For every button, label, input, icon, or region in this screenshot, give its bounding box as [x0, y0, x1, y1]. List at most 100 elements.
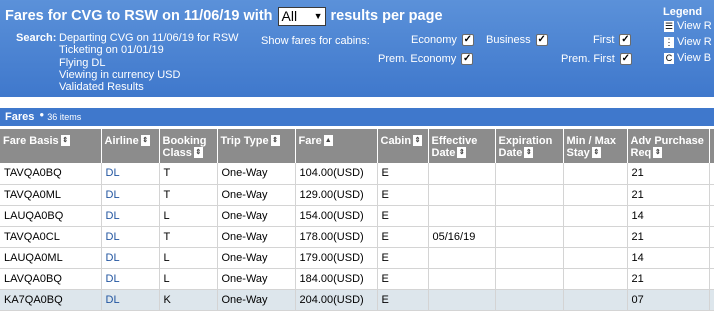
search-line: Departing CVG on 11/06/19 for RSW — [59, 32, 239, 44]
cabin-prem-first[interactable]: Prem. First ✓ — [561, 53, 632, 65]
cell-trip-type: One-Way — [217, 226, 296, 248]
cell-booking-class: T — [159, 163, 218, 185]
sort-icon[interactable]: ⇕ — [591, 146, 601, 158]
cabin-prem-first-checkbox[interactable]: ✓ — [619, 53, 632, 65]
cell-effective-date — [428, 184, 496, 206]
cabin-economy[interactable]: Economy ✓ — [411, 34, 474, 46]
sort-icon[interactable]: ⇕ — [457, 146, 467, 158]
cell-cabin: E — [377, 247, 429, 269]
table-row[interactable]: LAUQA0ML DL L One-Way 179.00(USD) E 14 — [0, 247, 714, 269]
cell-cabin: E — [377, 289, 429, 311]
cell-airline[interactable]: DL — [101, 184, 160, 206]
cell-airline[interactable]: DL — [101, 226, 160, 248]
search-line: Flying DL — [59, 56, 106, 69]
cell-adv-purchase-req: 21 — [627, 163, 710, 185]
cell-adv-purchase-req: 21 — [627, 184, 710, 206]
column-header-cabin[interactable]: Cabin ⇕ — [377, 129, 429, 163]
legend-item-view-b: C View B — [664, 52, 711, 64]
sort-icon[interactable]: ⇕ — [270, 134, 280, 146]
column-header-expiration-date[interactable]: Expiration Date ⇕ — [495, 129, 564, 163]
cell-trip-type: One-Way — [217, 184, 296, 206]
sort-ascending-icon[interactable]: ▲ — [323, 134, 333, 146]
cabins-label: Show fares for cabins: — [261, 35, 370, 47]
sort-icon[interactable]: ⇕ — [413, 134, 423, 146]
column-header-trip-type[interactable]: Trip Type ⇕ — [217, 129, 296, 163]
cell-cabin: E — [377, 226, 429, 248]
cell-airline[interactable]: DL — [101, 289, 160, 311]
table-row[interactable]: LAUQA0BQ DL L One-Way 154.00(USD) E 14 — [0, 205, 714, 227]
cell-cabin: E — [377, 163, 429, 185]
search-line: Ticketing on 01/01/19 — [59, 44, 164, 57]
column-header-adv-purchase-req[interactable]: Adv Purchase Req ⇕ — [627, 129, 710, 163]
cabin-prem-economy-checkbox[interactable]: ✓ — [461, 53, 474, 65]
cell-effective-date: 05/16/19 — [428, 226, 496, 248]
cell-min-max-stay — [563, 268, 628, 290]
table-row[interactable]: LAVQA0BQ DL L One-Way 184.00(USD) E 21 — [0, 268, 714, 290]
title-suffix: results per page — [330, 8, 443, 24]
cabin-prem-economy[interactable]: Prem. Economy ✓ — [378, 53, 474, 65]
column-header-extra — [709, 129, 714, 163]
column-header-effective-date[interactable]: Effective Date ⇕ — [428, 129, 496, 163]
cell-fare: 179.00(USD) — [295, 247, 378, 269]
cell-extra — [709, 289, 714, 311]
column-header-label: Fare — [298, 135, 322, 147]
search-header: Fares for CVG to RSW on 11/06/19 with Al… — [0, 0, 714, 97]
cell-extra — [709, 268, 714, 290]
cell-expiration-date — [495, 226, 564, 248]
search-label: Search: — [16, 32, 57, 44]
cell-extra — [709, 205, 714, 227]
column-header-label: Date — [431, 147, 456, 159]
cell-extra — [709, 247, 714, 269]
search-line: Viewing in currency USD — [59, 68, 181, 81]
cabin-business[interactable]: Business ✓ — [486, 34, 548, 46]
cell-trip-type: One-Way — [217, 268, 296, 290]
cell-trip-type: One-Way — [217, 163, 296, 185]
results-per-page-select[interactable]: All ▼ — [277, 6, 326, 26]
sort-icon[interactable]: ⇕ — [193, 146, 203, 158]
cell-fare-basis: KA7QA0BQ — [0, 289, 102, 311]
sort-icon[interactable]: ⇕ — [524, 146, 534, 158]
chevron-down-icon: ▼ — [313, 11, 323, 21]
column-header-booking-class[interactable]: Booking Class ⇕ — [159, 129, 218, 163]
cabin-economy-checkbox[interactable]: ✓ — [461, 34, 474, 46]
table-row[interactable]: KA7QA0BQ DL K One-Way 204.00(USD) E 07 — [0, 289, 714, 311]
sort-icon[interactable]: ⇕ — [653, 146, 663, 158]
cell-airline[interactable]: DL — [101, 163, 160, 185]
cabin-label: Economy — [411, 34, 457, 46]
column-header-label: Class — [162, 147, 192, 159]
column-header-fare-basis[interactable]: Fare Basis ⇕ — [0, 129, 102, 163]
cell-airline[interactable]: DL — [101, 205, 160, 227]
column-header-label: Trip Type — [220, 135, 269, 147]
sort-icon[interactable]: ⇕ — [140, 134, 150, 146]
table-row[interactable]: TAVQA0ML DL T One-Way 129.00(USD) E 21 — [0, 184, 714, 206]
cell-fare: 178.00(USD) — [295, 226, 378, 248]
title-prefix: Fares for CVG to RSW on 11/06/19 with — [5, 8, 273, 24]
column-header-label: Cabin — [380, 135, 412, 147]
column-header-label: Min / Max — [566, 135, 617, 147]
table-row[interactable]: TAVQA0BQ DL T One-Way 104.00(USD) E 21 — [0, 163, 714, 185]
page-title: Fares for CVG to RSW on 11/06/19 with Al… — [5, 5, 443, 27]
cell-airline[interactable]: DL — [101, 268, 160, 290]
legend-item-view-rules: ☰ View R — [664, 20, 712, 32]
cell-min-max-stay — [563, 163, 628, 185]
cell-cabin: E — [377, 268, 429, 290]
column-header-min-max-stay[interactable]: Min / Max Stay ⇕ — [563, 129, 628, 163]
cell-airline[interactable]: DL — [101, 247, 160, 269]
cell-adv-purchase-req: 14 — [627, 205, 710, 227]
sort-icon[interactable]: ⇕ — [60, 134, 70, 146]
cabin-first[interactable]: First ✓ — [593, 34, 632, 46]
column-header-label: Stay — [566, 147, 590, 159]
cell-fare-basis: LAVQA0BQ — [0, 268, 102, 290]
table-row[interactable]: TAVQA0CL DL T One-Way 178.00(USD) E 05/16/19 21 — [0, 226, 714, 248]
column-header-label: Booking — [162, 135, 207, 147]
column-header-label: Adv Purchase — [630, 135, 704, 147]
cell-trip-type: One-Way — [217, 205, 296, 227]
cabin-business-checkbox[interactable]: ✓ — [535, 34, 548, 46]
column-header-fare[interactable]: Fare ▲ — [295, 129, 378, 163]
cabin-first-checkbox[interactable]: ✓ — [619, 34, 632, 46]
column-header-label: Req — [630, 147, 652, 159]
cell-booking-class: K — [159, 289, 218, 311]
cell-booking-class: L — [159, 268, 218, 290]
column-header-airline[interactable]: Airline ⇕ — [101, 129, 160, 163]
bullet-icon: ● — [39, 109, 45, 119]
